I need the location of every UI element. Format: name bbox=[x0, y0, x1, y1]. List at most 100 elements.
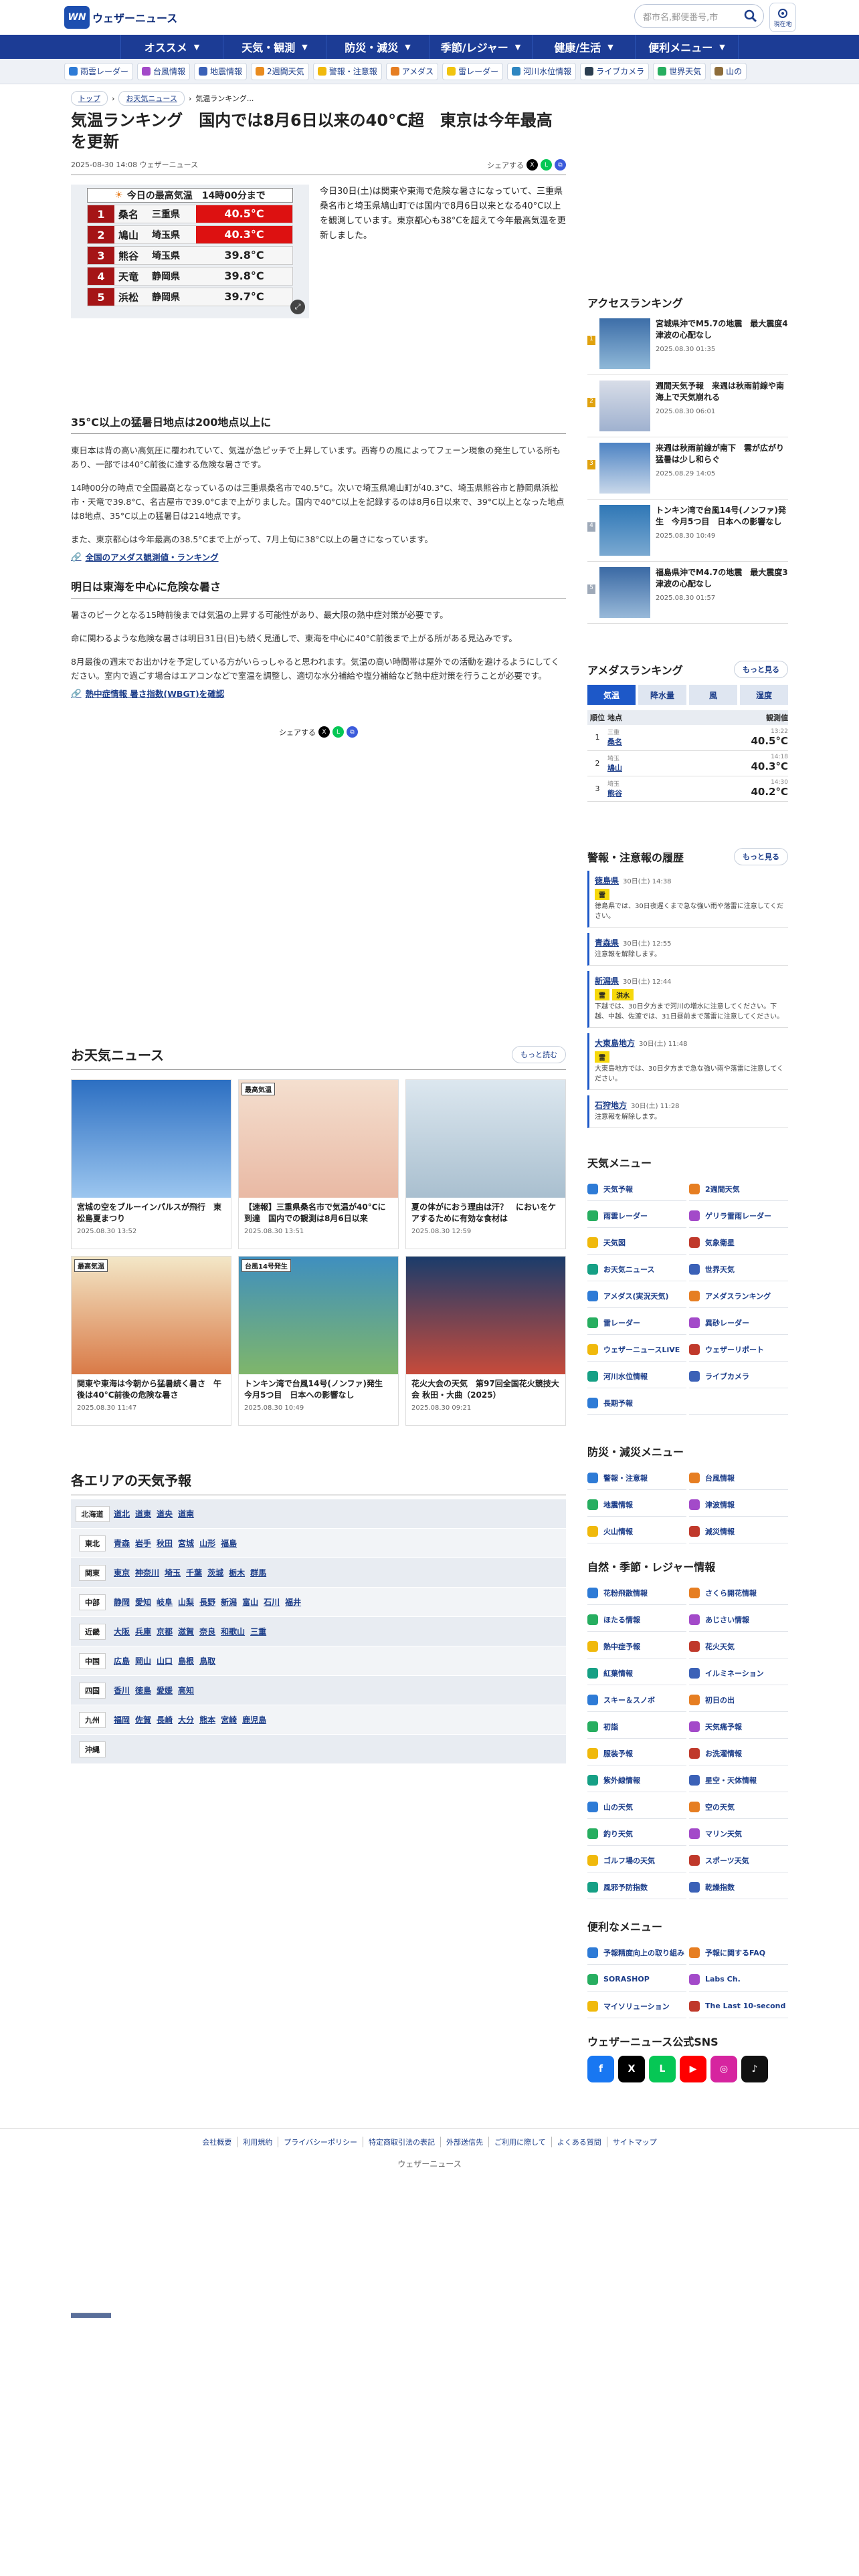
pref-link[interactable]: 広島 bbox=[114, 1655, 130, 1667]
quick-link[interactable]: 台風情報 bbox=[137, 62, 191, 80]
pref-link[interactable]: 長崎 bbox=[157, 1714, 173, 1725]
pref-link[interactable]: 山形 bbox=[199, 1537, 215, 1549]
menu-item[interactable]: イルミネーション bbox=[689, 1661, 788, 1685]
menu-item[interactable]: 異砂レーダー bbox=[689, 1311, 788, 1335]
search-icon[interactable] bbox=[743, 9, 758, 23]
quick-link[interactable]: 地震情報 bbox=[194, 62, 248, 80]
menu-item[interactable]: 天気予報 bbox=[587, 1177, 686, 1201]
access-ranking-item[interactable]: 4 トンキン湾で台風14号(ノンファ)発生 今月5つ目 日本への影響なし 2025.… bbox=[587, 500, 788, 562]
menu-item[interactable]: 初詣 bbox=[587, 1715, 686, 1739]
warning-item[interactable]: 新潟県 30日(土) 12:44 雷洪水 下越では、30日夕方まで河川の増水に注意して… bbox=[587, 971, 788, 1028]
menu-item[interactable]: 空の天気 bbox=[689, 1795, 788, 1819]
menu-item[interactable]: マイソリューション bbox=[587, 1994, 686, 2018]
pref-link[interactable]: 茨城 bbox=[207, 1567, 223, 1578]
amedas-row[interactable]: 1 三重 桑名 13:22 40.5°C bbox=[587, 725, 788, 751]
x-share-icon[interactable]: X bbox=[318, 726, 330, 738]
menu-item[interactable]: 乾燥指数 bbox=[689, 1875, 788, 1899]
pref-link[interactable]: 島根 bbox=[178, 1655, 194, 1667]
tiktok-icon[interactable]: ♪ bbox=[741, 2056, 768, 2082]
nav-item[interactable]: 天気・観測 ▼ bbox=[223, 35, 326, 59]
pref-link[interactable]: 兵庫 bbox=[135, 1626, 151, 1637]
pref-link[interactable]: 福島 bbox=[221, 1537, 237, 1549]
quick-link[interactable]: 山の bbox=[710, 62, 747, 80]
news-card[interactable]: 最高気温 【速報】三重県桑名市で気温が40°Cに到達 国内での観測は8月6日以来 2… bbox=[238, 1079, 399, 1249]
amedas-row[interactable]: 2 埼玉 鳩山 14:18 40.3°C bbox=[587, 750, 788, 776]
footer-link[interactable]: ご利用に際して bbox=[489, 2137, 552, 2147]
pref-link[interactable]: 山梨 bbox=[178, 1596, 194, 1608]
menu-item[interactable]: The Last 10-second bbox=[689, 1994, 788, 2018]
quick-link[interactable]: 2週間天気 bbox=[251, 62, 309, 80]
pref-link[interactable]: 奈良 bbox=[199, 1626, 215, 1637]
x-icon[interactable]: X bbox=[618, 2056, 645, 2082]
menu-item[interactable]: 2週間天気 bbox=[689, 1177, 788, 1201]
menu-item[interactable]: 地震情報 bbox=[587, 1493, 686, 1517]
footer-link[interactable]: 外部送信先 bbox=[441, 2137, 490, 2147]
pref-link[interactable]: 東京 bbox=[114, 1567, 130, 1578]
menu-item[interactable]: 紅葉情報 bbox=[587, 1661, 686, 1685]
footer-link[interactable]: サイトマップ bbox=[607, 2137, 662, 2147]
line-share-icon[interactable]: L bbox=[541, 159, 552, 171]
pref-link[interactable]: 愛知 bbox=[135, 1596, 151, 1608]
menu-item[interactable]: お洗濯情報 bbox=[689, 1741, 788, 1765]
pref-link[interactable]: 京都 bbox=[157, 1626, 173, 1637]
pref-link[interactable]: 鳥取 bbox=[199, 1655, 215, 1667]
amedas-tab[interactable]: 湿度 bbox=[740, 685, 788, 705]
pref-link[interactable]: 徳島 bbox=[135, 1685, 151, 1696]
menu-item[interactable]: ウェザーリポート bbox=[689, 1337, 788, 1362]
menu-item[interactable]: 長期予報 bbox=[587, 1391, 686, 1415]
pref-link[interactable]: 富山 bbox=[242, 1596, 258, 1608]
menu-item[interactable]: 津波情報 bbox=[689, 1493, 788, 1517]
amedas-link[interactable]: 🔗 全国のアメダス観測値・ランキング bbox=[71, 550, 566, 563]
pref-link[interactable]: 岡山 bbox=[135, 1655, 151, 1667]
access-ranking-item[interactable]: 3 来週は秋雨前線が南下 雲が広がり猛暑は少し和らぐ 2025.08.29 14:0… bbox=[587, 437, 788, 500]
menu-item[interactable]: 風邪予防指数 bbox=[587, 1875, 686, 1899]
line-icon[interactable]: L bbox=[649, 2056, 676, 2082]
pref-link[interactable]: 高知 bbox=[178, 1685, 194, 1696]
quick-link[interactable]: 雨雲レーダー bbox=[64, 62, 134, 80]
pref-link[interactable]: 道東 bbox=[135, 1508, 151, 1519]
access-ranking-item[interactable]: 1 宮城県沖でM5.7の地震 最大震度4 津波の心配なし 2025.08.30 01… bbox=[587, 313, 796, 375]
pref-link[interactable]: 神奈川 bbox=[135, 1567, 159, 1578]
menu-item[interactable]: お天気ニュース bbox=[587, 1257, 686, 1281]
menu-item[interactable]: ゴルフ場の天気 bbox=[587, 1848, 686, 1872]
menu-item[interactable]: スポーツ天気 bbox=[689, 1848, 788, 1872]
menu-item[interactable]: アメダス(実況天気) bbox=[587, 1284, 686, 1308]
news-card[interactable]: 夏の体がにおう理由は汗？ においをケアするために有効な食材は 2025.08.30… bbox=[405, 1079, 566, 1249]
menu-item[interactable]: ウェザーニュースLiVE bbox=[587, 1337, 686, 1362]
nav-item[interactable]: 防災・減災 ▼ bbox=[326, 35, 430, 59]
site-logo[interactable]: WN ウェザーニュース bbox=[64, 6, 177, 29]
pref-link[interactable]: 長野 bbox=[199, 1596, 215, 1608]
footer-link[interactable]: よくある質問 bbox=[552, 2137, 607, 2147]
menu-item[interactable]: さくら開花情報 bbox=[689, 1581, 788, 1605]
menu-item[interactable]: 初日の出 bbox=[689, 1688, 788, 1712]
menu-item[interactable]: 天気図 bbox=[587, 1230, 686, 1255]
line-share-icon[interactable]: L bbox=[332, 726, 344, 738]
pref-link[interactable]: 鹿児島 bbox=[242, 1714, 266, 1725]
footer-link[interactable]: 会社概要 bbox=[197, 2137, 238, 2147]
nav-item[interactable]: 季節/レジャー ▼ bbox=[430, 35, 533, 59]
menu-item[interactable]: 河川水位情報 bbox=[587, 1364, 686, 1388]
pref-link[interactable]: 熊本 bbox=[199, 1714, 215, 1725]
youtube-icon[interactable]: ▶ bbox=[680, 2056, 706, 2082]
pref-link[interactable]: 秋田 bbox=[157, 1537, 173, 1549]
menu-item[interactable]: Labs Ch. bbox=[689, 1967, 788, 1992]
menu-item[interactable]: 花火天気 bbox=[689, 1634, 788, 1658]
instagram-icon[interactable]: ◎ bbox=[710, 2056, 737, 2082]
menu-item[interactable]: 紫外線情報 bbox=[587, 1768, 686, 1792]
quick-link[interactable]: 雷レーダー bbox=[442, 62, 504, 80]
pref-link[interactable]: 群馬 bbox=[250, 1567, 266, 1578]
menu-item[interactable]: 雨雲レーダー bbox=[587, 1204, 686, 1228]
warning-item[interactable]: 徳島県 30日(土) 14:38 雷徳島県では、30日夜遅くまで急な強い雨や落雷に注… bbox=[587, 871, 788, 928]
menu-item[interactable]: 星空・天体情報 bbox=[689, 1768, 788, 1792]
quick-link[interactable]: ライブカメラ bbox=[580, 62, 650, 80]
wbgt-link[interactable]: 🔗 熱中症情報 暑さ指数(WBGT)を確認 bbox=[71, 687, 566, 700]
pref-link[interactable]: 新潟 bbox=[221, 1596, 237, 1608]
pref-link[interactable]: 山口 bbox=[157, 1655, 173, 1667]
menu-item[interactable]: 服装予報 bbox=[587, 1741, 686, 1765]
pref-link[interactable]: 栃木 bbox=[229, 1567, 245, 1578]
quick-link[interactable]: アメダス bbox=[385, 62, 439, 80]
breadcrumb-item[interactable]: トップ bbox=[71, 91, 108, 106]
pref-link[interactable]: 道央 bbox=[157, 1508, 173, 1519]
quick-link[interactable]: 河川水位情報 bbox=[507, 62, 577, 80]
news-card[interactable]: 花火大会の天気 第97回全国花火競技大会 秋田・大曲（2025） 2025.08.… bbox=[405, 1256, 566, 1426]
